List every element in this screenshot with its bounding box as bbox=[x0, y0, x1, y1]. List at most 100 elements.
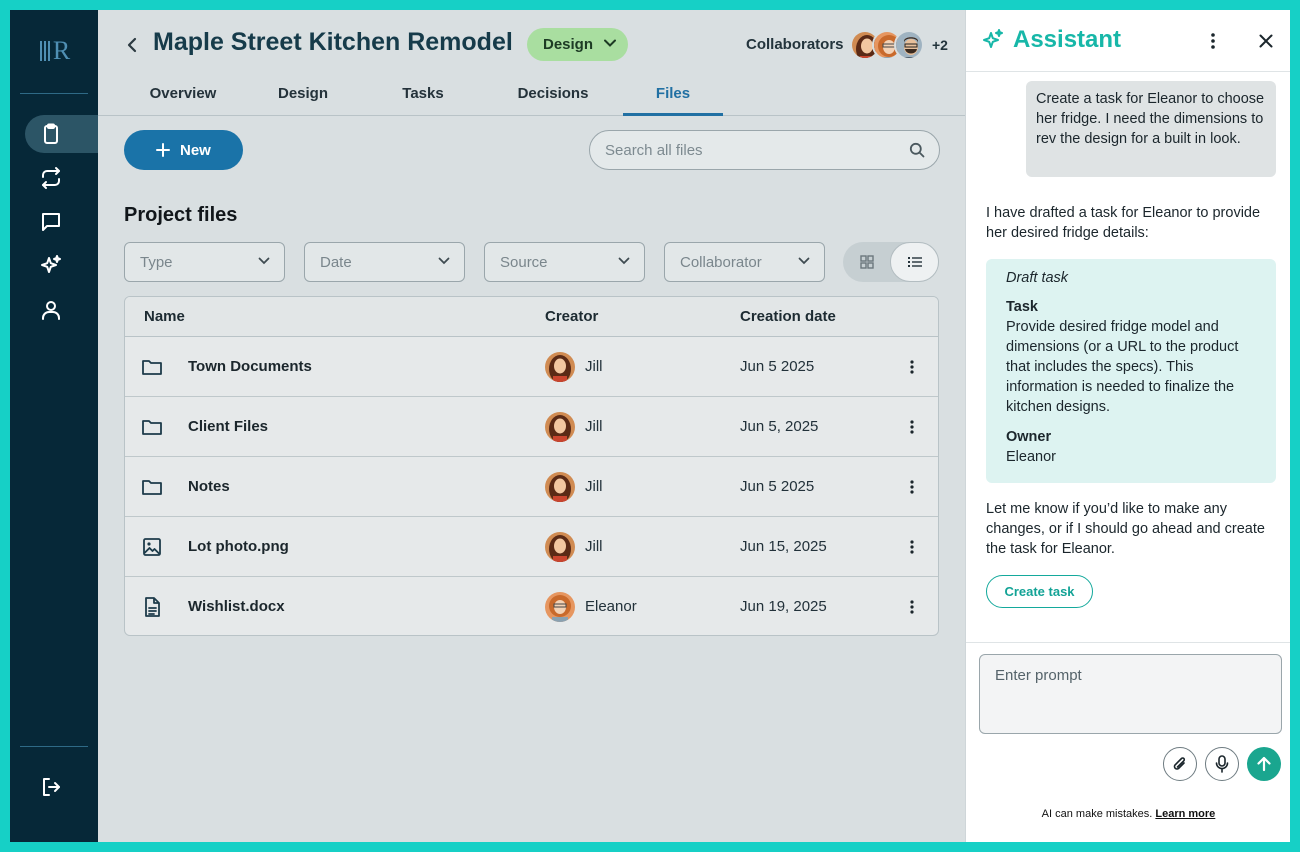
chevron-down-icon bbox=[798, 257, 810, 265]
creator-name: Jill bbox=[585, 538, 603, 555]
search-icon bbox=[909, 142, 925, 158]
tab-decisions[interactable]: Decisions bbox=[503, 78, 603, 116]
draft-task-heading: Task bbox=[1006, 299, 1038, 315]
draft-task-text: Provide desired fridge model and dimensi… bbox=[1006, 319, 1239, 415]
table-row[interactable]: Lot photo.png Jill Jun 15, 2025 bbox=[125, 517, 938, 577]
filter-date[interactable]: Date bbox=[304, 242, 465, 282]
folder-icon bbox=[142, 420, 162, 435]
creator-name: Jill bbox=[585, 358, 603, 375]
table-row[interactable]: Wishlist.docx Eleanor Jun 19, 2025 bbox=[125, 577, 938, 635]
avatar bbox=[894, 30, 924, 60]
avatar bbox=[545, 352, 575, 382]
assistant-panel: Assistant Create a task for Eleanor to c… bbox=[965, 10, 1290, 842]
file-name: Town Documents bbox=[188, 358, 312, 375]
image-file-icon bbox=[143, 538, 161, 556]
file-name: Client Files bbox=[188, 418, 269, 435]
filter-collaborator[interactable]: Collaborator bbox=[664, 242, 825, 282]
send-button[interactable] bbox=[1247, 747, 1281, 781]
prompt-field[interactable] bbox=[979, 654, 1282, 734]
chevron-down-icon bbox=[258, 257, 270, 265]
tab-files[interactable]: Files bbox=[623, 78, 723, 116]
row-menu-button[interactable] bbox=[902, 415, 922, 439]
logout-button[interactable] bbox=[25, 768, 98, 806]
prompt-input[interactable] bbox=[995, 667, 1265, 722]
attach-button[interactable] bbox=[1163, 747, 1197, 781]
row-menu-button[interactable] bbox=[902, 355, 922, 379]
collaborators-label: Collaborators bbox=[746, 36, 844, 53]
paperclip-icon bbox=[1173, 757, 1186, 770]
document-icon bbox=[145, 597, 160, 617]
table-row[interactable]: Town Documents Jill Jun 5 2025 bbox=[125, 337, 938, 397]
tab-design[interactable]: Design bbox=[253, 78, 353, 116]
column-header-creation-date[interactable]: Creation date bbox=[740, 308, 836, 325]
table-row[interactable]: Client Files Jill Jun 5, 2025 bbox=[125, 397, 938, 457]
assistant-menu-button[interactable] bbox=[1203, 29, 1223, 53]
table-row[interactable]: Notes Jill Jun 5 2025 bbox=[125, 457, 938, 517]
chevron-left-icon bbox=[127, 37, 137, 53]
avatar bbox=[545, 592, 575, 622]
new-button-label: New bbox=[180, 141, 211, 159]
row-menu-button[interactable] bbox=[902, 475, 922, 499]
draft-task-label: Draft task bbox=[1006, 270, 1069, 286]
app-logo[interactable]: R bbox=[10, 36, 98, 66]
avatar bbox=[545, 532, 575, 562]
creation-date: Jun 15, 2025 bbox=[740, 538, 827, 555]
sparkles-icon bbox=[41, 255, 61, 273]
filter-label: Collaborator bbox=[680, 254, 762, 271]
assistant-message: I have drafted a task for Eleanor to pro… bbox=[986, 205, 1261, 241]
sidebar-item-messages[interactable] bbox=[25, 203, 98, 241]
row-menu-button[interactable] bbox=[902, 595, 922, 619]
search-field[interactable] bbox=[589, 130, 940, 170]
creation-date: Jun 19, 2025 bbox=[740, 598, 827, 615]
arrow-up-icon bbox=[1257, 756, 1271, 772]
collaborators-more-count[interactable]: +2 bbox=[932, 37, 948, 53]
sidebar-item-profile[interactable] bbox=[25, 291, 98, 329]
new-file-button[interactable]: New bbox=[124, 130, 243, 170]
creator-name: Jill bbox=[585, 478, 603, 495]
project-tabs: Overview Design Tasks Decisions Files bbox=[98, 78, 965, 116]
row-menu-button[interactable] bbox=[902, 535, 922, 559]
tab-overview[interactable]: Overview bbox=[133, 78, 233, 116]
more-vertical-icon bbox=[910, 420, 914, 434]
phase-dropdown[interactable]: Design bbox=[527, 28, 628, 61]
file-name: Lot photo.png bbox=[188, 538, 289, 555]
draft-owner-name: Eleanor bbox=[1006, 449, 1056, 465]
clipboard-icon bbox=[44, 123, 58, 144]
table-header: Name Creator Creation date bbox=[125, 297, 938, 337]
back-button[interactable] bbox=[122, 32, 142, 58]
grid-view-button[interactable] bbox=[843, 242, 891, 282]
sidebar-item-projects[interactable] bbox=[25, 115, 98, 153]
column-header-name[interactable]: Name bbox=[144, 308, 185, 325]
sidebar-divider bbox=[20, 93, 88, 94]
learn-more-link[interactable]: Learn more bbox=[1155, 808, 1215, 820]
filter-label: Source bbox=[500, 254, 548, 271]
tab-tasks[interactable]: Tasks bbox=[373, 78, 473, 116]
more-vertical-icon bbox=[1211, 33, 1215, 49]
repeat-icon bbox=[42, 167, 60, 189]
list-view-button[interactable] bbox=[890, 242, 939, 282]
phase-label: Design bbox=[543, 36, 594, 53]
chat-icon bbox=[42, 213, 60, 231]
filter-source[interactable]: Source bbox=[484, 242, 645, 282]
sidebar-item-assistant[interactable] bbox=[25, 247, 98, 285]
grid-icon bbox=[860, 255, 874, 269]
column-header-creator[interactable]: Creator bbox=[545, 308, 598, 325]
close-icon bbox=[1259, 34, 1273, 48]
sidebar-item-updates[interactable] bbox=[25, 159, 98, 197]
main-content: Maple Street Kitchen Remodel Design Coll… bbox=[98, 10, 965, 842]
more-vertical-icon bbox=[910, 480, 914, 494]
create-task-button[interactable]: Create task bbox=[986, 575, 1093, 608]
search-input[interactable] bbox=[605, 140, 895, 160]
file-name: Notes bbox=[188, 478, 230, 495]
disclaimer-text: AI can make mistakes. bbox=[1041, 808, 1153, 820]
microphone-button[interactable] bbox=[1205, 747, 1239, 781]
assistant-message: Let me know if you’d like to make any ch… bbox=[986, 501, 1265, 557]
filter-type[interactable]: Type bbox=[124, 242, 285, 282]
draft-task-card: Draft task Task Provide desired fridge m… bbox=[986, 259, 1276, 483]
assistant-header: Assistant bbox=[966, 10, 1290, 72]
sparkles-icon bbox=[983, 29, 1003, 48]
assistant-title: Assistant bbox=[1013, 26, 1122, 53]
creation-date: Jun 5 2025 bbox=[740, 358, 815, 375]
ai-disclaimer: AI can make mistakes. Learn more bbox=[966, 808, 1290, 820]
close-assistant-button[interactable] bbox=[1254, 29, 1278, 53]
